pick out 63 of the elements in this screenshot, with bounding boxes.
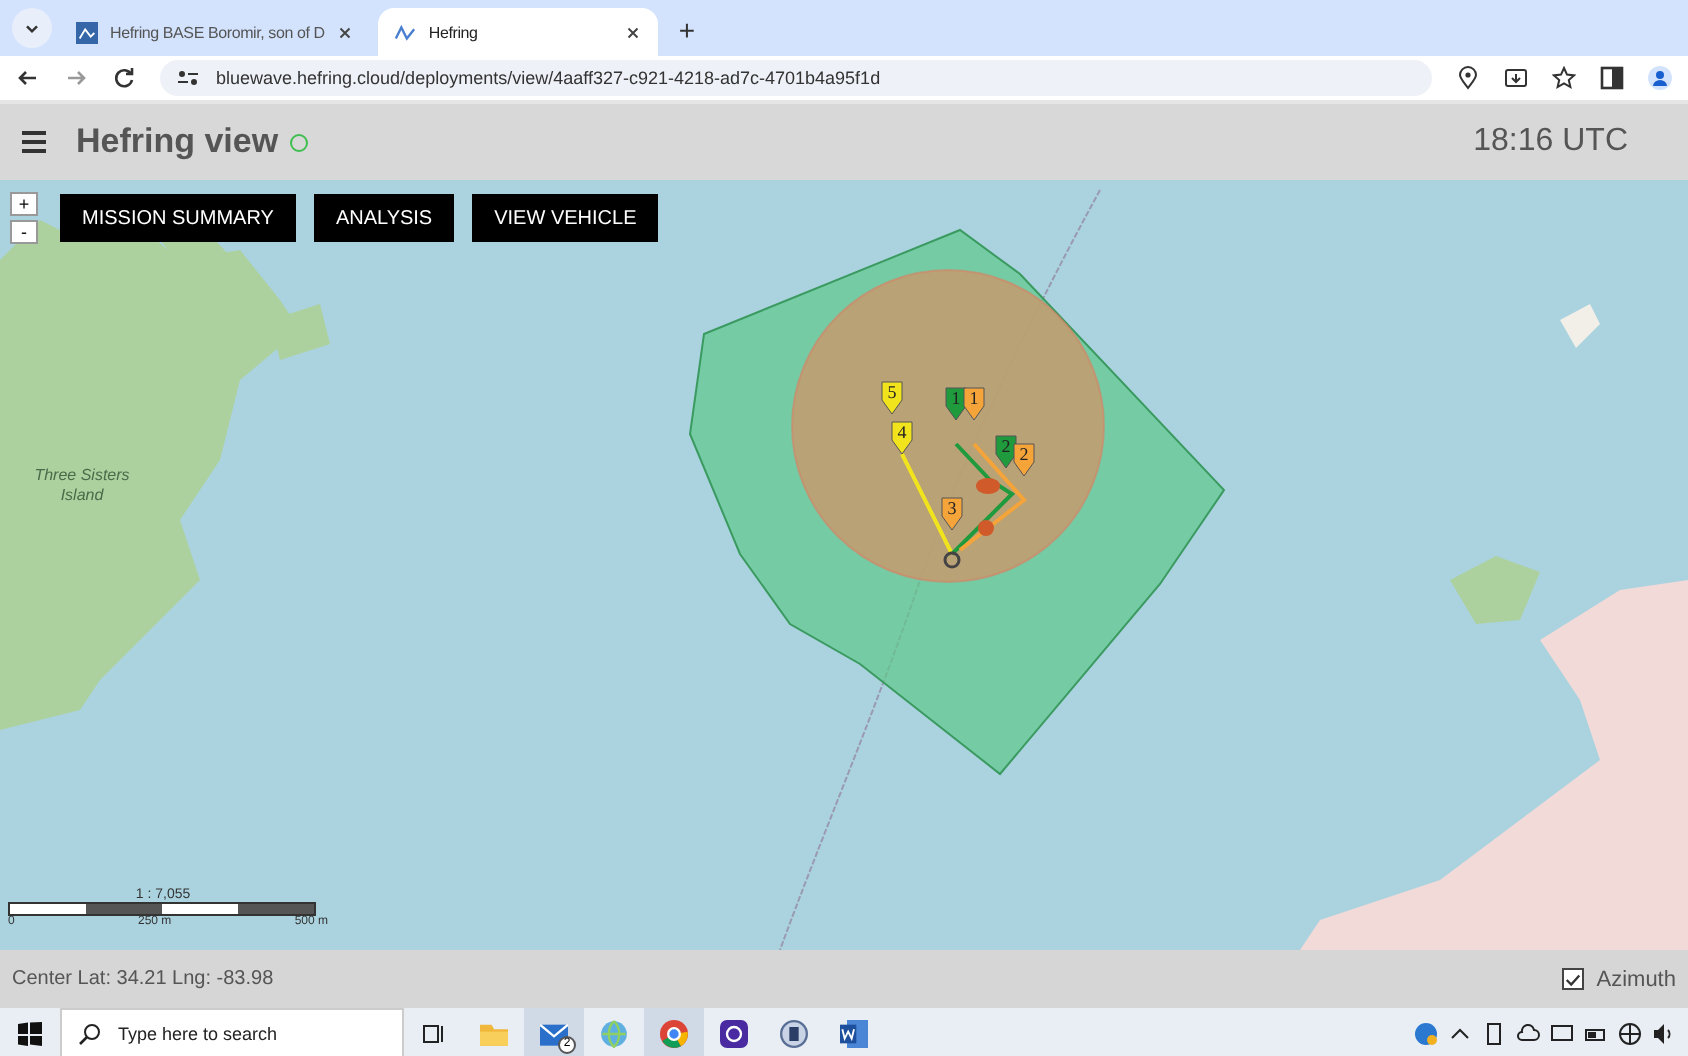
help-icon	[1414, 1022, 1438, 1046]
speaker-icon	[1652, 1022, 1676, 1046]
tab-list-button[interactable]	[12, 8, 52, 48]
install-icon	[1504, 66, 1528, 90]
task-view-icon	[422, 1022, 446, 1046]
page-title: Hefring view	[76, 122, 279, 162]
globe-icon	[600, 1020, 628, 1048]
star-icon	[1552, 66, 1576, 90]
search-icon	[78, 1022, 102, 1046]
track-line	[950, 442, 1016, 556]
side-panel-icon	[1600, 66, 1624, 90]
menu-icon	[20, 128, 48, 156]
envelope-icon	[540, 1020, 568, 1048]
wave-icon	[394, 21, 417, 43]
profile-icon	[1648, 66, 1672, 90]
chrome-button[interactable]	[644, 1008, 704, 1056]
new-tab-button[interactable]: +	[678, 14, 696, 46]
zoom-out-button[interactable]: -	[10, 220, 38, 244]
azimuth-label: Azimuth	[1596, 967, 1676, 991]
document-app-icon	[840, 1020, 868, 1048]
azimuth-checkbox[interactable]	[1562, 968, 1585, 990]
track-line	[900, 453, 954, 555]
device-icon	[1482, 1022, 1506, 1046]
reload-icon	[112, 66, 136, 90]
app-icon	[780, 1020, 808, 1048]
map-action-button[interactable]: ANALYSIS	[313, 194, 455, 242]
taskbar-search-field[interactable]: Type here to search	[60, 1008, 404, 1056]
center-coordinates: Center Lat: 34.21 Lng: -83.98	[12, 968, 274, 990]
map-action-button[interactable]: MISSION SUMMARY	[60, 194, 296, 242]
address-bar[interactable]: bluewave.hefring.cloud/deployments/view/4aaff327-c921-4218-ad7c-4701b4a95f1d	[160, 60, 1432, 96]
site-settings-icon	[176, 66, 200, 90]
location-pin-icon	[1456, 66, 1480, 90]
waypoint-ring	[943, 551, 961, 569]
close-icon	[624, 23, 643, 41]
track-line	[958, 442, 1027, 552]
chrome-icon	[660, 1020, 688, 1048]
browser-tab[interactable]: Hefring	[378, 8, 659, 56]
waypoint-flag[interactable]: 3	[941, 497, 963, 531]
app-icon	[720, 1020, 748, 1048]
waypoint-flag[interactable]: 5	[881, 381, 903, 415]
map-action-button[interactable]: VIEW VEHICLE	[472, 194, 659, 242]
network-globe-icon	[1618, 1022, 1642, 1046]
back-icon	[16, 66, 40, 90]
vehicle-marker	[978, 520, 994, 536]
page-icon	[76, 21, 98, 43]
display-icon	[1550, 1022, 1574, 1046]
browser-tab[interactable]: Hefring BASE Boromir, son of D	[60, 8, 371, 56]
folder-icon	[480, 1020, 508, 1048]
waypoint-flag[interactable]: 1	[963, 387, 985, 421]
clock-time: 18:16 UTC	[1473, 124, 1628, 160]
checkmark-icon	[1564, 969, 1583, 989]
zoom-in-button[interactable]: +	[10, 192, 38, 216]
cloud-icon	[1516, 1022, 1540, 1046]
island-shape	[1450, 556, 1540, 624]
forward-icon	[64, 66, 88, 90]
close-icon	[336, 23, 355, 41]
island-label: Three Sisters Island	[32, 466, 132, 506]
status-indicator	[290, 133, 309, 151]
waypoint-flag[interactable]: 2	[1013, 443, 1035, 477]
waypoint-flag[interactable]: 4	[891, 421, 913, 455]
windows-logo-icon	[18, 1022, 42, 1046]
rock-shape	[1560, 304, 1600, 348]
vehicle-marker	[976, 478, 1000, 494]
